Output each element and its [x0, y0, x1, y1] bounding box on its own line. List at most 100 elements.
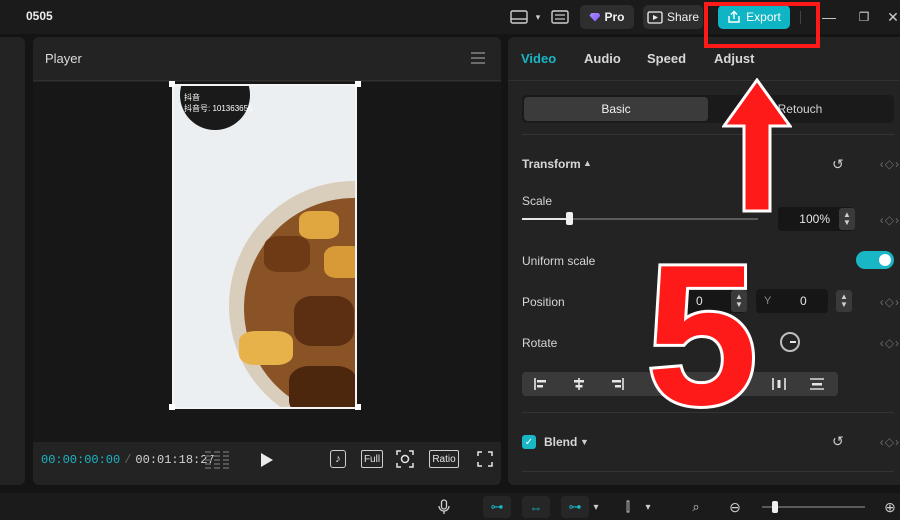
zoom-slider-handle[interactable]	[772, 501, 778, 513]
play-icon[interactable]	[261, 453, 273, 467]
total-time: 00:01:18:27	[135, 453, 215, 467]
project-title: 0505	[26, 9, 53, 23]
step-number-text: 5	[646, 236, 757, 426]
blend-label: Blend	[544, 435, 578, 449]
rotate-label: Rotate	[522, 336, 558, 350]
scale-label: Scale	[522, 194, 553, 208]
keyframe-icon[interactable]: ‹◇›	[880, 157, 900, 171]
food-chunk	[294, 296, 354, 346]
rotate-dial[interactable]	[780, 332, 800, 352]
chevron-down-icon[interactable]: ▾	[590, 496, 602, 518]
zoom-slider[interactable]	[762, 501, 865, 513]
share-label: Share	[666, 10, 700, 24]
keyframe-icon[interactable]: ‹◇›	[880, 336, 900, 350]
main-track-magnet-icon[interactable]: ⊶	[483, 496, 511, 518]
resize-handle[interactable]	[355, 404, 361, 410]
keyframe-icon[interactable]: ‹◇›	[880, 295, 900, 309]
divider	[522, 134, 894, 135]
keyframe-icon[interactable]: ‹◇›	[880, 213, 900, 227]
frame-strip-icon[interactable]	[205, 451, 229, 469]
chevron-down-icon[interactable]: ▼	[580, 437, 589, 447]
layout-icon[interactable]	[508, 8, 530, 26]
menu-icon[interactable]	[471, 52, 485, 64]
align-center-h-icon[interactable]	[562, 372, 596, 396]
snapshot-icon[interactable]	[396, 450, 414, 468]
shortcuts-icon[interactable]	[549, 8, 571, 26]
food-chunk	[239, 331, 293, 365]
uniform-scale-toggle[interactable]	[856, 251, 894, 269]
fit-timeline-icon[interactable]: ⌕	[686, 496, 706, 518]
food-chunk	[289, 366, 355, 407]
align-left-icon[interactable]	[524, 372, 558, 396]
annotation-highlight-box	[704, 2, 820, 48]
ratio-button[interactable]: Ratio	[429, 450, 459, 468]
resize-handle[interactable]	[169, 81, 175, 87]
divider	[522, 471, 894, 472]
zoom-out-icon[interactable]: ⊖	[725, 496, 745, 518]
align-center-v-icon[interactable]	[762, 372, 796, 396]
reset-icon[interactable]: ↺	[832, 433, 844, 450]
segment-basic[interactable]: Basic	[524, 97, 708, 121]
food-chunk	[324, 246, 355, 278]
watermark-text: 抖音	[184, 93, 200, 102]
tab-adjust[interactable]: Adjust	[714, 51, 754, 66]
zoom-in-icon[interactable]: ⊕	[880, 496, 900, 518]
chevron-down-icon[interactable]: ▾	[642, 496, 654, 518]
watermark-id: 抖音号: 101363655	[184, 104, 253, 113]
uniform-scale-label: Uniform scale	[522, 254, 596, 268]
food-chunk	[299, 211, 339, 239]
tab-video[interactable]: Video	[521, 51, 556, 66]
scale-slider-handle[interactable]	[566, 212, 573, 225]
annotation-arrow-icon	[722, 78, 792, 213]
basic-retouch-switch: Basic Retouch	[522, 95, 894, 123]
align-middle-icon[interactable]	[800, 372, 834, 396]
food-chunk	[264, 236, 310, 272]
player-header: Player	[33, 37, 501, 81]
preview-axis-icon[interactable]: ⫿	[618, 496, 638, 518]
close-icon[interactable]: ✕	[882, 6, 900, 28]
scale-slider[interactable]	[522, 212, 758, 225]
player-panel: Player 抖音 抖音号: 101363655 00:00:00:00/00:…	[33, 37, 501, 485]
position-label: Position	[522, 295, 565, 309]
video-preview[interactable]: 抖音 抖音号: 101363655	[172, 84, 357, 409]
tiktok-icon[interactable]: ♪	[330, 450, 346, 468]
tab-audio[interactable]: Audio	[584, 51, 621, 66]
timecode: 00:00:00:00/00:01:18:27	[41, 453, 215, 467]
position-y-input[interactable]: Y 0	[756, 289, 828, 313]
timeline-toolbar: ⊶ ⇔ ⊶ ▾ ⫿ ▾ ⌕ ⊖ ⊕	[0, 493, 900, 520]
chevron-down-icon[interactable]: ▾	[533, 8, 543, 26]
current-time: 00:00:00:00	[41, 453, 121, 467]
scale-stepper[interactable]: ▲ ▼	[839, 208, 855, 230]
resize-handle[interactable]	[355, 81, 361, 87]
restore-icon[interactable]: ❐	[853, 6, 875, 28]
scale-slider-fill	[522, 218, 569, 220]
collapse-icon[interactable]: ▲	[583, 158, 592, 168]
blend-checkbox[interactable]: ✓	[522, 435, 536, 449]
minimize-icon[interactable]: —	[818, 6, 840, 28]
linkage-icon[interactable]: ⊶	[561, 496, 589, 518]
video-watermark: 抖音 抖音号: 101363655	[184, 92, 253, 114]
full-label: Full	[363, 453, 381, 465]
y-axis-label: Y	[764, 295, 772, 307]
share-button[interactable]: Share	[643, 5, 703, 29]
share-icon	[647, 10, 663, 24]
annotation-step-number: 5	[643, 236, 760, 426]
scale-value: 100%	[799, 212, 830, 226]
player-title: Player	[45, 51, 82, 66]
diamond-icon	[589, 12, 601, 22]
pro-label: Pro	[604, 10, 625, 24]
media-panel-edge	[0, 37, 25, 485]
reset-icon[interactable]: ↺	[832, 156, 844, 173]
tab-speed[interactable]: Speed	[647, 51, 686, 66]
full-button[interactable]: Full	[361, 450, 383, 468]
microphone-icon[interactable]	[436, 496, 452, 518]
keyframe-icon[interactable]: ‹◇›	[880, 435, 900, 449]
resize-handle[interactable]	[169, 404, 175, 410]
transform-section-label: Transform	[522, 157, 581, 171]
fullscreen-icon[interactable]	[477, 450, 493, 468]
ratio-label: Ratio	[432, 453, 456, 465]
align-right-icon[interactable]	[600, 372, 634, 396]
auto-snap-icon[interactable]: ⇔	[522, 496, 550, 518]
pro-button[interactable]: Pro	[580, 5, 634, 29]
position-y-stepper[interactable]: ▲ ▼	[836, 290, 852, 312]
